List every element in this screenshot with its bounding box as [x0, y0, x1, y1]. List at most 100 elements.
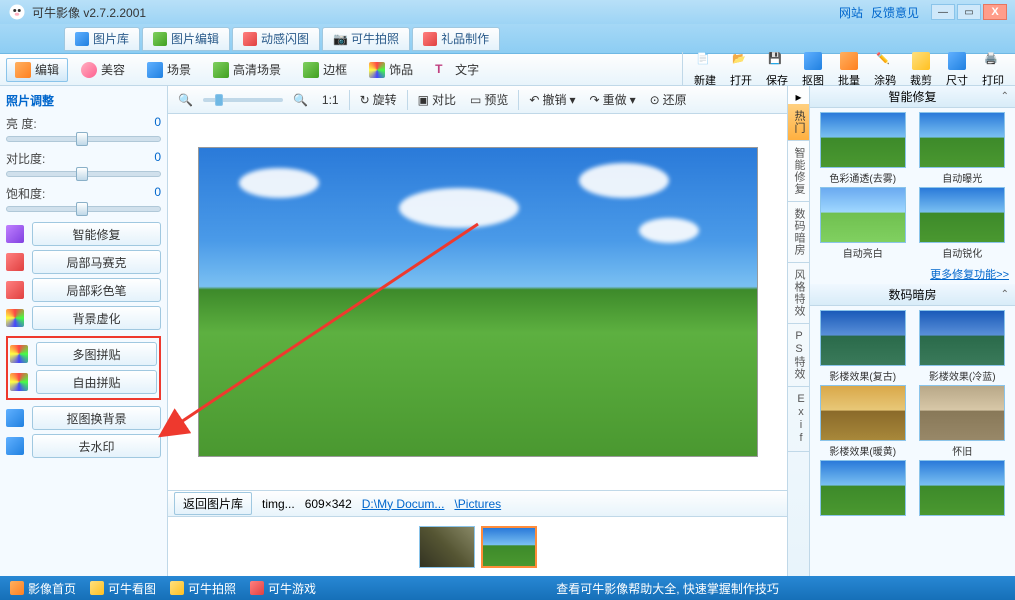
tool-remove-watermark[interactable]: 去水印: [32, 434, 161, 458]
zoom-ratio[interactable]: 1:1: [318, 91, 343, 109]
action-new[interactable]: 📄新建: [689, 52, 721, 88]
tooltab-sticker[interactable]: 饰品: [360, 58, 422, 82]
dimensions-text: 609×342: [305, 497, 352, 511]
rotate-button[interactable]: ↻ 旋转: [356, 89, 401, 110]
collage-icon: [10, 345, 28, 363]
effect-autoexposure[interactable]: 自动曝光: [914, 112, 1012, 185]
action-crop[interactable]: 裁剪: [905, 52, 937, 88]
minimize-button[interactable]: —: [931, 4, 955, 20]
effect-nostalgic[interactable]: 怀旧: [914, 385, 1012, 458]
panel-title: 照片调整: [6, 92, 161, 109]
vtab-exif[interactable]: Exif: [788, 387, 809, 452]
effect-coldblue[interactable]: 影楼效果(冷蓝): [914, 310, 1012, 383]
zoom-in-icon[interactable]: 🔍: [289, 91, 312, 109]
app-logo-icon: [8, 3, 26, 21]
watermark-icon: [6, 437, 24, 455]
tooltab-scene[interactable]: 场景: [138, 58, 200, 82]
section-smart-repair[interactable]: 智能修复⌃: [810, 86, 1015, 108]
save-icon: 💾: [768, 52, 786, 70]
section-darkroom[interactable]: 数码暗房⌃: [810, 284, 1015, 306]
tool-multi-collage[interactable]: 多图拼贴: [36, 342, 157, 366]
tool-change-bg[interactable]: 抠图换背景: [32, 406, 161, 430]
action-cutout[interactable]: 抠图: [797, 52, 829, 88]
cutbg-icon: [6, 409, 24, 427]
effect-dehaze[interactable]: 色彩通透(去雾): [814, 112, 912, 185]
brightness-slider[interactable]: [6, 136, 161, 142]
contrast-slider[interactable]: [6, 171, 161, 177]
thumbnail-strip: [168, 516, 787, 576]
print-icon: 🖨️: [984, 52, 1002, 70]
zoom-slider[interactable]: [203, 98, 283, 102]
tab-edit[interactable]: 图片编辑: [142, 27, 230, 51]
action-doodle[interactable]: ✏️涂鸦: [869, 52, 901, 88]
effect-retro[interactable]: 影楼效果(复古): [814, 310, 912, 383]
tooltab-text[interactable]: T文字: [426, 58, 488, 82]
tool-color-pen[interactable]: 局部彩色笔: [32, 278, 161, 302]
vertical-tabs: ▸ 热门 智能修复 数码暗房 风格特效 PS特效 Exif: [788, 86, 810, 576]
effect-autosharpen[interactable]: 自动锐化: [914, 187, 1012, 260]
action-save[interactable]: 💾保存: [761, 52, 793, 88]
vtab-hot[interactable]: 热门: [788, 104, 809, 141]
tooltab-edit[interactable]: 编辑: [6, 58, 68, 82]
main-tabs: 图片库 图片编辑 动感闪图 📷可牛拍照 礼品制作: [0, 24, 1015, 54]
action-batch[interactable]: 批量: [833, 52, 865, 88]
batch-icon: [840, 52, 858, 70]
tool-mosaic[interactable]: 局部马赛克: [32, 250, 161, 274]
vtab-repair[interactable]: 智能修复: [788, 141, 809, 202]
effect-extra1[interactable]: [814, 460, 912, 516]
tooltab-hdscene[interactable]: 高清场景: [204, 58, 290, 82]
tool-bg-blur[interactable]: 背景虚化: [32, 306, 161, 330]
tab-gift[interactable]: 礼品制作: [412, 27, 500, 51]
maximize-button[interactable]: ▭: [957, 4, 981, 20]
action-print[interactable]: 🖨️打印: [977, 52, 1009, 88]
tooltab-frame[interactable]: 边框: [294, 58, 356, 82]
undo-button[interactable]: ↶ 撤销 ▾: [525, 89, 579, 110]
preview-button[interactable]: ▭ 预览: [466, 89, 512, 110]
tab-library[interactable]: 图片库: [64, 27, 140, 51]
tool-free-collage[interactable]: 自由拼贴: [36, 370, 157, 394]
left-panel: 照片调整 亮 度:0 对比度:0 饱和度:0 智能修复 局部马赛克 局部彩色笔 …: [0, 86, 168, 576]
zoom-out-icon[interactable]: 🔍: [174, 91, 197, 109]
status-game[interactable]: 可牛游戏: [250, 580, 316, 597]
close-button[interactable]: X: [983, 4, 1007, 20]
feedback-link[interactable]: 反馈意见: [871, 4, 919, 21]
path-link-2[interactable]: \Pictures: [454, 497, 501, 511]
vtab-ps[interactable]: PS特效: [788, 324, 809, 387]
action-size[interactable]: 尺寸: [941, 52, 973, 88]
cutout-icon: [804, 52, 822, 70]
toolbar: 编辑 美容 场景 高清场景 边框 饰品 T文字 📄新建 📂打开 💾保存 抠图 批…: [0, 54, 1015, 86]
status-view[interactable]: 可牛看图: [90, 580, 156, 597]
tab-gif[interactable]: 动感闪图: [232, 27, 320, 51]
mosaic-icon: [6, 253, 24, 271]
compare-button[interactable]: ▣ 对比: [414, 89, 460, 110]
more-repair-link[interactable]: 更多修复功能>>: [930, 269, 1009, 281]
wand-icon: [6, 225, 24, 243]
effect-extra2[interactable]: [914, 460, 1012, 516]
tooltab-beauty[interactable]: 美容: [72, 58, 134, 82]
saturation-slider[interactable]: [6, 206, 161, 212]
vtab-style[interactable]: 风格特效: [788, 263, 809, 324]
doodle-icon: ✏️: [876, 52, 894, 70]
vtab-darkroom[interactable]: 数码暗房: [788, 202, 809, 263]
status-help-text[interactable]: 查看可牛影像帮助大全, 快速掌握制作技巧: [556, 580, 779, 597]
status-camera[interactable]: 可牛拍照: [170, 580, 236, 597]
thumbnail-1[interactable]: [419, 526, 475, 568]
statusbar: 影像首页 可牛看图 可牛拍照 可牛游戏 查看可牛影像帮助大全, 快速掌握制作技巧: [0, 576, 1015, 600]
effect-warmyellow[interactable]: 影楼效果(暖黄): [814, 385, 912, 458]
action-open[interactable]: 📂打开: [725, 52, 757, 88]
path-link-1[interactable]: D:\My Docum...: [362, 497, 445, 511]
effect-autowhite[interactable]: 自动亮白: [814, 187, 912, 260]
website-link[interactable]: 网站: [839, 4, 863, 21]
chevron-icon: ⌃: [1001, 289, 1009, 300]
restore-button[interactable]: ⊙ 还原: [646, 89, 691, 110]
freecollage-icon: [10, 373, 28, 391]
tab-camera[interactable]: 📷可牛拍照: [322, 27, 410, 51]
thumbnail-2[interactable]: [481, 526, 537, 568]
collapse-icon[interactable]: ▸: [788, 90, 809, 104]
tool-smart-repair[interactable]: 智能修复: [32, 222, 161, 246]
chevron-icon: ⌃: [1001, 91, 1009, 102]
return-library-button[interactable]: 返回图片库: [174, 492, 252, 515]
home-icon: [10, 581, 24, 595]
redo-button[interactable]: ↷ 重做 ▾: [586, 89, 640, 110]
status-home[interactable]: 影像首页: [10, 580, 76, 597]
